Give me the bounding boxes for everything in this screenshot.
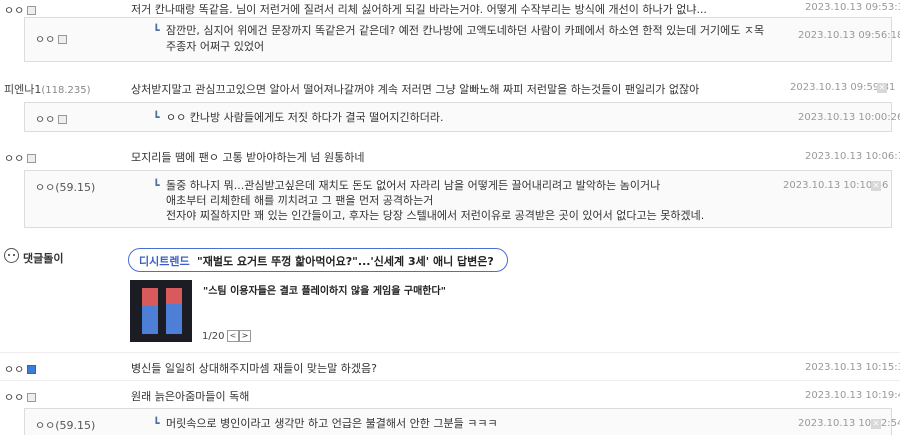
edit-icon [27, 365, 37, 374]
nick-text: ㅇㅇ [35, 33, 56, 46]
comment-row: 피엔나1(118.235) 상처받지말고 관심끄고있으면 알아서 떨어져나갈꺼야… [0, 80, 900, 98]
nick-ip: (59.15) [55, 419, 96, 432]
nick-ip: (59.15) [55, 181, 96, 194]
bot-avatar-icon [4, 248, 19, 263]
reply-nick[interactable]: ㅇㅇ [35, 111, 68, 127]
promo-subheadline[interactable]: "스팀 이용자들은 결코 플레이하지 않을 게임을 구매한다" [203, 282, 446, 297]
prev-button[interactable]: < [227, 330, 239, 342]
reply-arrow-icon: ┗ [153, 24, 160, 37]
nick-text: ㅇㅇ [4, 391, 25, 404]
next-button[interactable]: > [239, 330, 251, 342]
close-icon[interactable]: ✕ [871, 181, 881, 191]
reply-text-line: 주종자 어쩌구 있었어 [166, 40, 265, 53]
reply-text-line: 잠깐만, 심지어 위에건 문장까지 똑같은거 같은데? 예전 칸나방에 고액도네… [166, 24, 765, 37]
image-icon [27, 6, 37, 15]
nick-text: ㅇㅇ [4, 152, 25, 165]
reply-date: 2023.10.13 10:00:26 [798, 112, 900, 123]
divider [0, 352, 900, 353]
nick-text: ㅇㅇ [35, 113, 56, 126]
reply-box: ㅇㅇ ┗ 잠깐만, 심지어 위에건 문장까지 똑같은거 같은데? 예전 칸나방에… [24, 17, 900, 62]
reply-box: ㅇㅇ(59.15) ┗ 머릿속으로 병인이라고 생각만 하고 언급은 불결해서 … [24, 408, 900, 435]
nick-text: ㅇㅇ [35, 181, 56, 194]
comment-row: ㅇㅇ 원래 늙은아줌마들이 독해 2023.10.13 10:19:42 [0, 388, 900, 404]
reply-text-line: 애초부터 리체한테 해를 끼치려고 그 팬을 먼저 공격하는거 [166, 194, 434, 207]
comment-nick[interactable]: 피엔나1(118.235) [4, 81, 91, 97]
reply-arrow-icon: ┗ [153, 417, 160, 430]
comment-nick[interactable]: ㅇㅇ [4, 150, 37, 166]
comment-date: 2023.10.13 10:06:19 [805, 151, 900, 162]
comment-row: ㅇㅇ 병신들 일일히 상대해주지마셈 재들이 맞는말 하겠음? 2023.10.… [0, 360, 900, 376]
image-icon [58, 35, 68, 44]
reply-nick[interactable]: ㅇㅇ [35, 31, 68, 47]
reply-text-line: 전자야 찌질하지만 꽤 있는 인간들이고, 후자는 당장 스텔내에서 저런이유로… [166, 209, 705, 222]
comment-date: 2023.10.13 10:19:42 [805, 390, 900, 401]
promo-headline: "재벌도 요거트 뚜껑 핥아먹어요?"...'신세계 3세' 애니 답변은? [197, 255, 494, 268]
nick-text: ㅇㅇ [35, 419, 56, 432]
nick-text: ㅇㅇ [4, 363, 25, 376]
image-icon [27, 154, 37, 163]
comment-row: ㅇㅇ 모지리들 땜에 팬ㅇ 고통 받아야하는게 넘 원통하네 2023.10.1… [0, 148, 900, 166]
nick-ip: (118.235) [41, 85, 91, 96]
reply-nick[interactable]: ㅇㅇ(59.15) [35, 179, 95, 195]
reply-text-line: 머릿속으로 병인이라고 생각만 하고 언급은 불결해서 안한 그분들 ㅋㅋㅋ [166, 417, 498, 430]
promo-headline-pill[interactable]: 디시트렌드 "재벌도 요거트 뚜껑 핥아먹어요?"...'신세계 3세' 애니 … [128, 248, 508, 272]
reply-text-line: 돌중 하나지 뭐...관심받고싶은데 재치도 돈도 없어서 자라리 남을 어떻게… [166, 179, 661, 192]
comment-row: ㅇㅇ 저거 칸나때랑 똑같음. 님이 저런거에 질려서 리체 싫어하게 되길 바… [0, 0, 900, 18]
promo-block: 댓글돌이 디시트렌드 "재벌도 요거트 뚜껑 핥아먹어요?"...'신세계 3세… [0, 246, 900, 346]
comment-text: 상처받지말고 관심끄고있으면 알아서 떨어져나갈꺼야 계속 저러면 그냥 알빠노… [131, 83, 700, 96]
image-icon [27, 393, 37, 402]
close-icon[interactable]: ✕ [871, 419, 881, 429]
comment-text: 병신들 일일히 상대해주지마셈 재들이 맞는말 하겠음? [131, 362, 377, 375]
comment-nick[interactable]: ㅇㅇ [4, 2, 37, 18]
reply-date: 2023.10.13 09:56:18 [798, 30, 900, 41]
reply-date: 2023.10.13 10:22:54 [798, 418, 900, 429]
comment-nick[interactable]: ㅇㅇ [4, 361, 37, 377]
comment-date: 2023.10.13 09:53:31 [805, 2, 900, 13]
reply-box: ㅇㅇ(59.15) ┗ 돌중 하나지 뭐...관심받고싶은데 재치도 돈도 없어… [24, 170, 892, 228]
comment-text: 원래 늙은아줌마들이 독해 [131, 390, 250, 403]
bot-label: 댓글돌이 [23, 252, 64, 265]
reply-box: ㅇㅇ ┗ ㅇㅇ 칸나방 사람들에게도 저짓 하다가 결국 떨어지긴하더라. 20… [24, 102, 900, 132]
reply-text-line: ㅇㅇ 칸나방 사람들에게도 저짓 하다가 결국 떨어지긴하더라. [166, 111, 444, 124]
reply-arrow-icon: ┗ [153, 111, 160, 124]
close-icon[interactable]: ✕ [877, 83, 887, 93]
promo-thumbnail[interactable] [130, 280, 192, 342]
comment-text: 모지리들 땜에 팬ㅇ 고통 받아야하는게 넘 원통하네 [131, 151, 365, 164]
comment-text: 저거 칸나때랑 똑같음. 님이 저런거에 질려서 리체 싫어하게 되길 바라는거… [131, 3, 707, 16]
comment-date: 2023.10.13 10:15:36 [805, 362, 900, 373]
nick-text: 피엔나1 [4, 83, 42, 96]
reply-arrow-icon: ┗ [153, 179, 160, 192]
promo-tag: 디시트렌드 [139, 255, 190, 268]
reply-nick[interactable]: ㅇㅇ(59.15) [35, 417, 95, 433]
divider [0, 380, 900, 381]
image-icon [58, 115, 68, 124]
comment-nick[interactable]: ㅇㅇ [4, 389, 37, 405]
nick-text: ㅇㅇ [4, 4, 25, 17]
promo-page-counter: 1/20 [202, 331, 225, 342]
